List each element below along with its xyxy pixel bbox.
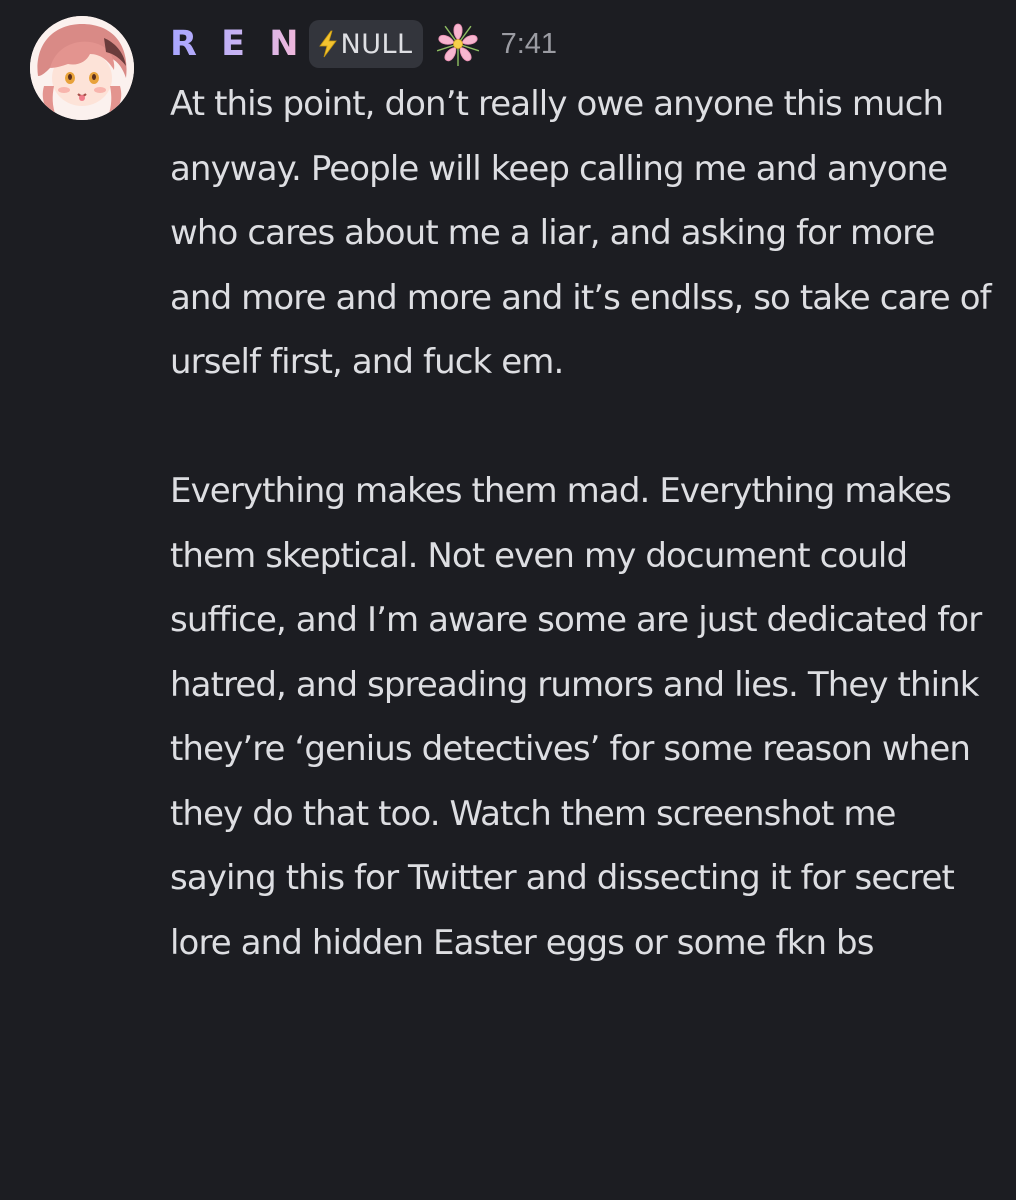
username[interactable]: R E N xyxy=(170,18,305,70)
message-content: At this point, don’t really owe anyone t… xyxy=(170,72,1000,975)
message-paragraph: At this point, don’t really owe anyone t… xyxy=(170,84,992,382)
avatar[interactable] xyxy=(30,16,134,120)
message-header: R E N NULL 7:41 xyxy=(170,18,557,70)
server-tag-label: NULL xyxy=(340,28,413,60)
server-tag[interactable]: NULL xyxy=(308,20,423,68)
avatar-image xyxy=(30,16,134,120)
sakura-flower-icon xyxy=(435,21,481,67)
lightning-bolt-icon xyxy=(317,29,339,59)
message-paragraph: Everything makes them mad. Everything ma… xyxy=(170,471,982,963)
chat-message: R E N NULL 7:41 At this point, don’t rea… xyxy=(0,0,1016,1200)
timestamp[interactable]: 7:41 xyxy=(501,28,557,61)
